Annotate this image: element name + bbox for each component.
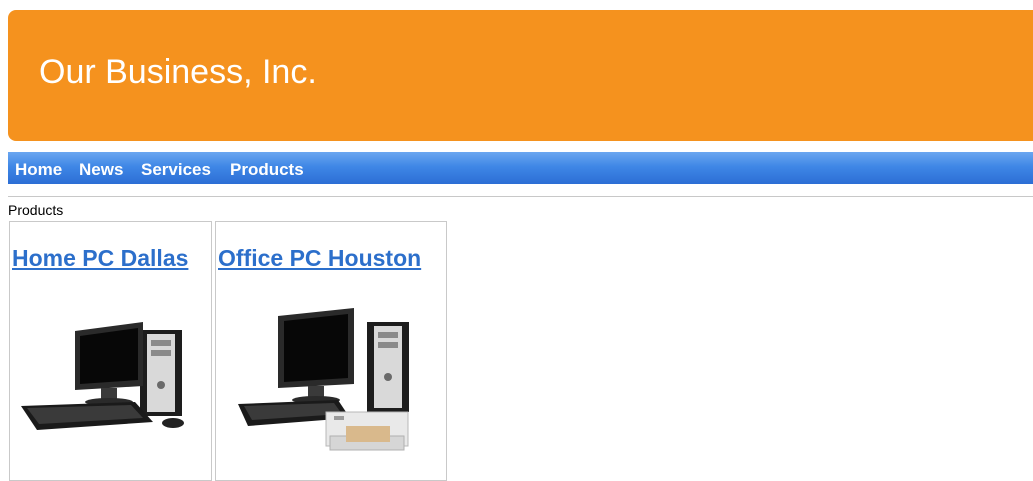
product-card-office-pc-houston: Office PC Houston <box>215 221 447 481</box>
divider <box>8 196 1033 197</box>
product-link-home-pc-dallas[interactable]: Home PC Dallas <box>12 245 188 272</box>
nav-services[interactable]: Services <box>141 160 211 180</box>
nav-news[interactable]: News <box>79 160 123 180</box>
main-nav: Home News Services Products <box>8 152 1033 184</box>
nav-home[interactable]: Home <box>15 160 62 180</box>
desktop-computer-with-printer-icon[interactable] <box>234 304 430 464</box>
desktop-computer-icon[interactable] <box>13 310 209 445</box>
site-header: Our Business, Inc. <box>8 10 1033 141</box>
breadcrumb: Products <box>8 202 64 218</box>
nav-products[interactable]: Products <box>230 160 304 180</box>
site-title: Our Business, Inc. <box>39 53 317 91</box>
product-card-home-pc-dallas: Home PC Dallas <box>9 221 212 481</box>
product-link-office-pc-houston[interactable]: Office PC Houston <box>218 245 421 272</box>
